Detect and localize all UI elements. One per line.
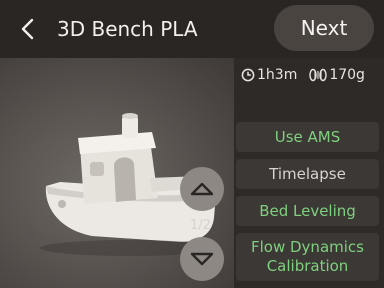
scroll-up-button[interactable] (180, 167, 224, 211)
option-use-ams[interactable]: Use AMS (236, 122, 379, 152)
option-label: Bed Leveling (259, 201, 356, 220)
next-button[interactable]: Next (274, 5, 374, 51)
page-indicator: 1/2 (190, 218, 211, 233)
header-bar: 3D Bench PLA Next (0, 0, 384, 58)
option-label: Flow Dynamics Calibration (251, 238, 364, 275)
option-flow-dynamics-calibration[interactable]: Flow Dynamics Calibration (236, 233, 379, 281)
filament-weight: 170g (309, 67, 365, 83)
clock-icon (241, 68, 255, 82)
chevron-left-icon (21, 18, 34, 40)
print-time: 1h3m (241, 67, 297, 83)
filament-weight-value: 170g (329, 67, 365, 83)
triangle-down-icon (190, 252, 214, 266)
print-stats: 1h3m 170g (241, 64, 365, 86)
print-time-value: 1h3m (257, 67, 298, 83)
scroll-down-button[interactable] (180, 237, 224, 281)
option-timelapse[interactable]: Timelapse (236, 159, 379, 189)
option-label: Use AMS (274, 127, 341, 146)
filament-spool-icon (309, 68, 328, 82)
page-title: 3D Bench PLA (57, 17, 198, 41)
option-bed-leveling[interactable]: Bed Leveling (236, 196, 379, 226)
triangle-up-icon (190, 182, 214, 196)
back-button[interactable] (14, 12, 42, 46)
option-label: Timelapse (269, 164, 346, 183)
